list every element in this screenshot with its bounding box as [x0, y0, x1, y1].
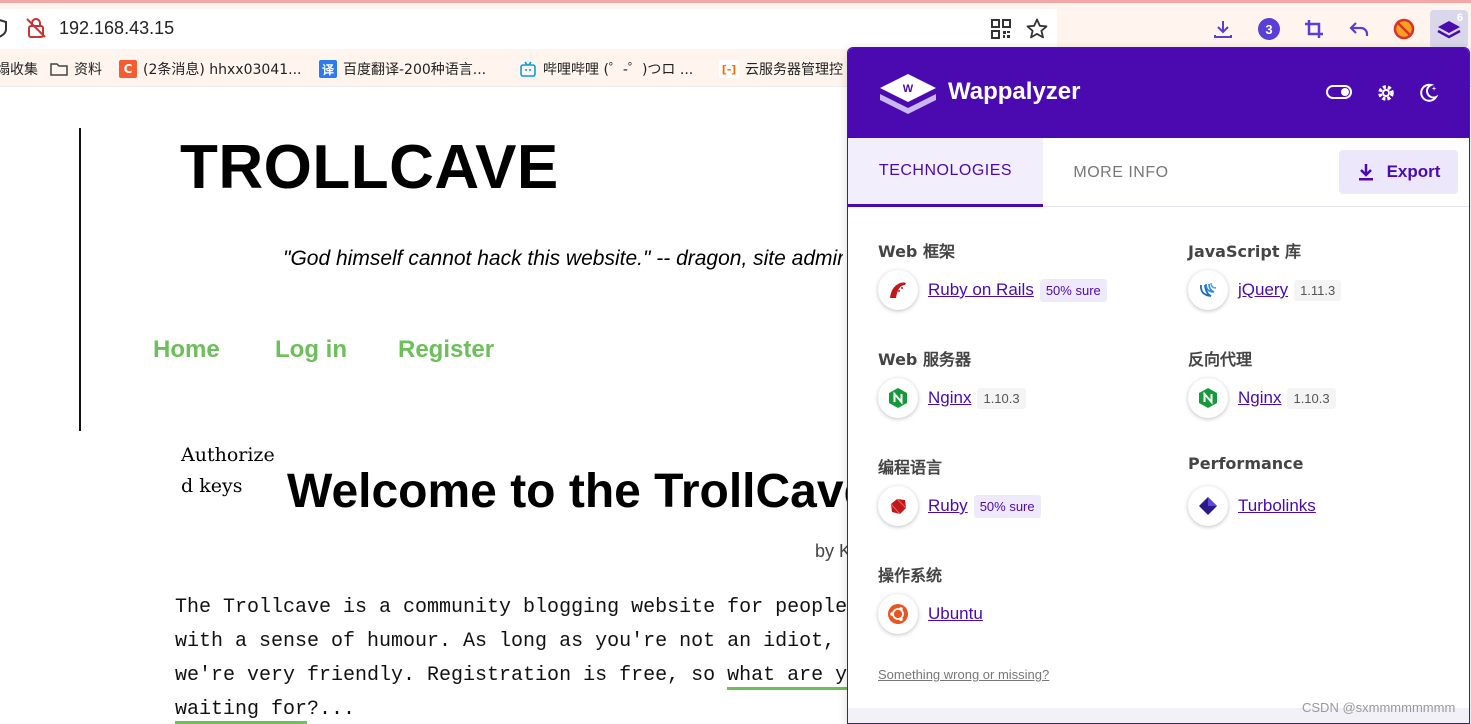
wappalyzer-popup: W Wappalyzer TECHNOLOGIES MORE INFO Expo…	[847, 47, 1470, 724]
popup-header: W Wappalyzer	[848, 48, 1469, 138]
browser-toolbar: 192.168.43.15 3 6	[0, 3, 1471, 51]
tech-name[interactable]: Ubuntu	[928, 604, 983, 624]
tech-item-ubuntu[interactable]: Ubuntu	[878, 594, 989, 634]
csdn-icon: C	[119, 60, 137, 78]
extension-badge-icon[interactable]: 3	[1256, 16, 1282, 42]
download-icon[interactable]	[1210, 16, 1236, 42]
tech-item-nginx[interactable]: Nginx 1.10.3	[1188, 378, 1336, 418]
site-title: TROLLCAVE	[180, 133, 559, 202]
settings-gear-icon[interactable]	[1375, 82, 1397, 104]
report-issue-link[interactable]: Something wrong or missing?	[878, 667, 1049, 682]
crop-icon[interactable]	[1301, 16, 1327, 42]
folder-icon	[50, 63, 68, 76]
intro-line: waiting for?...	[175, 693, 849, 724]
category-title: 反向代理	[1188, 350, 1253, 369]
address-bar[interactable]: 192.168.43.15	[0, 9, 1057, 49]
site-quote: "God himself cannot hack this website." …	[283, 247, 843, 270]
bookmark-label: 资料	[74, 62, 102, 78]
tech-item-turbolinks[interactable]: Turbolinks	[1188, 486, 1322, 526]
nginx-icon	[878, 378, 918, 418]
category-title: Web 框架	[878, 242, 955, 261]
intro-line: The Trollcave is a community blogging we…	[175, 596, 848, 619]
block-extension-icon[interactable]	[1391, 16, 1417, 42]
welcome-heading: Welcome to the TrollCave	[287, 465, 849, 518]
insecure-lock-icon[interactable]	[25, 17, 47, 39]
tech-name[interactable]: Ruby on Rails	[928, 280, 1034, 300]
site-header-divider	[79, 128, 81, 431]
download-icon	[1358, 164, 1373, 181]
version-badge: 1.11.3	[1294, 279, 1342, 301]
tech-item-nginx[interactable]: Nginx 1.10.3	[878, 378, 1026, 418]
bookmark-label: 百度翻译-200种语言...	[343, 62, 487, 78]
version-badge: 1.10.3	[1287, 387, 1336, 409]
wappalyzer-extension-button[interactable]: 6	[1430, 10, 1468, 48]
confidence-badge: 50% sure	[1039, 278, 1107, 302]
category-title: 操作系统	[878, 566, 943, 585]
bookmark-item[interactable]: 塌收集	[0, 59, 38, 79]
confidence-badge: 50% sure	[973, 494, 1041, 518]
rails-icon	[878, 270, 918, 310]
wappalyzer-logo-text: Wappalyzer	[948, 78, 1081, 105]
enable-toggle[interactable]	[1326, 85, 1352, 99]
nav-login-link[interactable]: Log in	[275, 336, 347, 364]
category-title: 编程语言	[878, 458, 943, 477]
ubuntu-icon	[878, 594, 918, 634]
popup-tabs: TECHNOLOGIES MORE INFO Export	[848, 138, 1469, 207]
version-badge: 1.10.3	[977, 387, 1026, 409]
category-title: Performance	[1188, 454, 1304, 473]
intro-paragraph: The Trollcave is a community blogging we…	[175, 591, 849, 724]
bookmark-label: (2条消息) hhxx03041...	[143, 62, 302, 78]
svg-text:W: W	[903, 83, 914, 95]
wappalyzer-logo-icon: W	[880, 74, 936, 114]
export-button[interactable]: Export	[1339, 150, 1458, 194]
jquery-icon	[1188, 270, 1228, 310]
qr-code-icon[interactable]	[991, 19, 1011, 39]
tech-name[interactable]: Nginx	[1238, 388, 1281, 408]
bookmark-item[interactable]: C (2条消息) hhxx03041...	[119, 59, 301, 79]
intro-line: we're very friendly. Registration is fre…	[175, 659, 849, 693]
bookmark-item[interactable]: 资料	[50, 59, 102, 79]
tech-name[interactable]: Nginx	[928, 388, 971, 408]
category-title: JavaScript 库	[1188, 242, 1302, 261]
tech-name[interactable]: Turbolinks	[1238, 496, 1316, 516]
nav-register-link[interactable]: Register	[398, 336, 494, 364]
intro-link[interactable]: what are you	[727, 664, 849, 690]
tech-item-ruby[interactable]: Ruby 50% sure	[878, 486, 1041, 526]
bookmark-label: 云服务器管理控	[745, 62, 843, 78]
url-text[interactable]: 192.168.43.15	[59, 18, 174, 39]
export-label: Export	[1386, 162, 1441, 181]
shield-icon[interactable]	[0, 17, 10, 39]
tech-name[interactable]: jQuery	[1238, 280, 1288, 300]
undo-arrow-icon[interactable]	[1346, 16, 1372, 42]
authorized-keys-label: Authorized keys	[181, 444, 275, 497]
nginx-icon	[1188, 378, 1228, 418]
tab-technologies[interactable]: TECHNOLOGIES	[848, 138, 1043, 207]
csdn-watermark: CSDN @sxmmmmmmmm	[1302, 700, 1456, 715]
post-byline: by King	[815, 541, 849, 561]
intro-line: with a sense of humour. As long as you'r…	[175, 630, 836, 653]
tech-name[interactable]: Ruby	[928, 496, 968, 516]
category-title: Web 服务器	[878, 350, 971, 369]
dark-mode-moon-icon[interactable]	[1417, 82, 1439, 104]
tech-item-ruby-on-rails[interactable]: Ruby on Rails 50% sure	[878, 270, 1107, 310]
bookmark-label: 塌收集	[0, 62, 38, 78]
ruby-icon	[878, 486, 918, 526]
bilibili-icon	[520, 61, 536, 77]
intro-link[interactable]: waiting for	[175, 698, 308, 724]
bookmark-label: 哔哩哔哩 (゜-゜)つロ ...	[543, 62, 694, 78]
tab-more-info[interactable]: MORE INFO	[1043, 138, 1199, 207]
aliyun-icon: [-]	[719, 60, 739, 78]
bookmark-item[interactable]: [-] 云服务器管理控	[719, 59, 843, 79]
bookmark-item[interactable]: 译百度翻译-200种语言...	[319, 59, 486, 79]
bookmark-item[interactable]: 哔哩哔哩 (゜-゜)つロ ...	[519, 59, 693, 79]
wappalyzer-count-badge: 6	[1456, 12, 1463, 24]
baidu-translate-icon: 译	[319, 60, 337, 78]
nav-home-link[interactable]: Home	[153, 336, 220, 364]
turbolinks-icon	[1188, 486, 1228, 526]
bookmark-star-icon[interactable]	[1025, 17, 1049, 41]
tech-item-jquery[interactable]: jQuery 1.11.3	[1188, 270, 1342, 310]
